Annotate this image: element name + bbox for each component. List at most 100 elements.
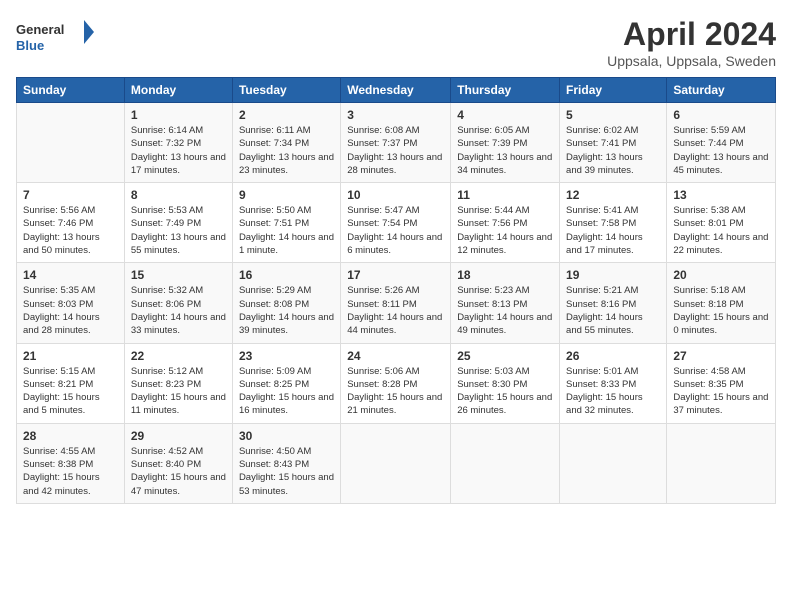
day-info: Sunrise: 5:44 AMSunset: 7:56 PMDaylight:… bbox=[457, 204, 553, 257]
logo: General Blue bbox=[16, 16, 96, 52]
day-number: 1 bbox=[131, 108, 226, 122]
calendar-cell: 14 Sunrise: 5:35 AMSunset: 8:03 PMDayligh… bbox=[17, 263, 125, 343]
calendar-cell: 26 Sunrise: 5:01 AMSunset: 8:33 PMDayligh… bbox=[560, 343, 667, 423]
calendar-cell bbox=[451, 423, 560, 503]
week-row-2: 7Sunrise: 5:56 AMSunset: 7:46 PMDaylight… bbox=[17, 183, 776, 263]
day-number: 29 bbox=[131, 429, 226, 443]
day-number: 24 bbox=[347, 349, 444, 363]
calendar-cell: 6 Sunrise: 5:59 AMSunset: 7:44 PMDaylight… bbox=[667, 103, 776, 183]
calendar-cell: 5Sunrise: 6:02 AMSunset: 7:41 PMDaylight… bbox=[560, 103, 667, 183]
day-number: 16 bbox=[239, 268, 334, 282]
day-info: Sunrise: 5:32 AMSunset: 8:06 PMDaylight:… bbox=[131, 284, 226, 337]
calendar-cell: 12 Sunrise: 5:41 AMSunset: 7:58 PMDayligh… bbox=[560, 183, 667, 263]
day-number: 30 bbox=[239, 429, 334, 443]
day-number: 10 bbox=[347, 188, 444, 202]
location-title: Uppsala, Uppsala, Sweden bbox=[607, 53, 776, 69]
calendar-cell: 21 Sunrise: 5:15 AMSunset: 8:21 PMDayligh… bbox=[17, 343, 125, 423]
day-info: Sunrise: 5:06 AMSunset: 8:28 PMDaylight:… bbox=[347, 365, 444, 418]
column-header-monday: Monday bbox=[124, 78, 232, 103]
column-header-sunday: Sunday bbox=[17, 78, 125, 103]
day-info: Sunrise: 4:55 AMSunset: 8:38 PMDaylight:… bbox=[23, 445, 118, 498]
column-header-wednesday: Wednesday bbox=[341, 78, 451, 103]
calendar-cell: 23 Sunrise: 5:09 AMSunset: 8:25 PMDayligh… bbox=[232, 343, 340, 423]
calendar-cell: 28 Sunrise: 4:55 AMSunset: 8:38 PMDayligh… bbox=[17, 423, 125, 503]
calendar-cell bbox=[341, 423, 451, 503]
day-info: Sunrise: 5:59 AMSunset: 7:44 PMDaylight:… bbox=[673, 124, 769, 177]
day-info: Sunrise: 5:26 AMSunset: 8:11 PMDaylight:… bbox=[347, 284, 444, 337]
day-number: 4 bbox=[457, 108, 553, 122]
column-header-tuesday: Tuesday bbox=[232, 78, 340, 103]
column-header-thursday: Thursday bbox=[451, 78, 560, 103]
calendar-cell: 30 Sunrise: 4:50 AMSunset: 8:43 PMDayligh… bbox=[232, 423, 340, 503]
day-info: Sunrise: 5:47 AMSunset: 7:54 PMDaylight:… bbox=[347, 204, 444, 257]
calendar-cell: 9 Sunrise: 5:50 AMSunset: 7:51 PMDaylight… bbox=[232, 183, 340, 263]
day-info: Sunrise: 5:38 AMSunset: 8:01 PMDaylight:… bbox=[673, 204, 769, 257]
calendar-cell: 24 Sunrise: 5:06 AMSunset: 8:28 PMDayligh… bbox=[341, 343, 451, 423]
day-info: Sunrise: 6:14 AMSunset: 7:32 PMDaylight:… bbox=[131, 124, 226, 177]
day-number: 17 bbox=[347, 268, 444, 282]
day-info: Sunrise: 5:50 AMSunset: 7:51 PMDaylight:… bbox=[239, 204, 334, 257]
day-info: Sunrise: 4:50 AMSunset: 8:43 PMDaylight:… bbox=[239, 445, 334, 498]
day-info: Sunrise: 5:29 AMSunset: 8:08 PMDaylight:… bbox=[239, 284, 334, 337]
day-info: Sunrise: 4:58 AMSunset: 8:35 PMDaylight:… bbox=[673, 365, 769, 418]
day-info: Sunrise: 6:11 AMSunset: 7:34 PMDaylight:… bbox=[239, 124, 334, 177]
day-number: 21 bbox=[23, 349, 118, 363]
week-row-1: 1 Sunrise: 6:14 AMSunset: 7:32 PMDaylight… bbox=[17, 103, 776, 183]
day-number: 5 bbox=[566, 108, 660, 122]
day-number: 26 bbox=[566, 349, 660, 363]
day-number: 27 bbox=[673, 349, 769, 363]
calendar-cell: 16 Sunrise: 5:29 AMSunset: 8:08 PMDayligh… bbox=[232, 263, 340, 343]
day-number: 8 bbox=[131, 188, 226, 202]
day-info: Sunrise: 5:35 AMSunset: 8:03 PMDaylight:… bbox=[23, 284, 118, 337]
day-number: 9 bbox=[239, 188, 334, 202]
day-number: 19 bbox=[566, 268, 660, 282]
day-info: Sunrise: 5:01 AMSunset: 8:33 PMDaylight:… bbox=[566, 365, 660, 418]
calendar-cell: 22 Sunrise: 5:12 AMSunset: 8:23 PMDayligh… bbox=[124, 343, 232, 423]
calendar-cell: 20 Sunrise: 5:18 AMSunset: 8:18 PMDayligh… bbox=[667, 263, 776, 343]
header: General Blue April 2024 Uppsala, Uppsala… bbox=[16, 16, 776, 69]
week-row-3: 14 Sunrise: 5:35 AMSunset: 8:03 PMDayligh… bbox=[17, 263, 776, 343]
day-number: 13 bbox=[673, 188, 769, 202]
day-number: 12 bbox=[566, 188, 660, 202]
day-info: Sunrise: 5:18 AMSunset: 8:18 PMDaylight:… bbox=[673, 284, 769, 337]
day-number: 14 bbox=[23, 268, 118, 282]
day-number: 11 bbox=[457, 188, 553, 202]
day-info: Sunrise: 5:23 AMSunset: 8:13 PMDaylight:… bbox=[457, 284, 553, 337]
day-number: 23 bbox=[239, 349, 334, 363]
day-number: 6 bbox=[673, 108, 769, 122]
title-area: April 2024 Uppsala, Uppsala, Sweden bbox=[607, 16, 776, 69]
svg-text:Blue: Blue bbox=[16, 38, 44, 52]
day-number: 3 bbox=[347, 108, 444, 122]
calendar-cell: 8Sunrise: 5:53 AMSunset: 7:49 PMDaylight… bbox=[124, 183, 232, 263]
calendar-cell: 18 Sunrise: 5:23 AMSunset: 8:13 PMDayligh… bbox=[451, 263, 560, 343]
day-info: Sunrise: 5:15 AMSunset: 8:21 PMDaylight:… bbox=[23, 365, 118, 418]
calendar-cell: 10 Sunrise: 5:47 AMSunset: 7:54 PMDayligh… bbox=[341, 183, 451, 263]
day-number: 20 bbox=[673, 268, 769, 282]
day-number: 22 bbox=[131, 349, 226, 363]
calendar-cell: 25 Sunrise: 5:03 AMSunset: 8:30 PMDayligh… bbox=[451, 343, 560, 423]
day-number: 18 bbox=[457, 268, 553, 282]
calendar-cell: 2 Sunrise: 6:11 AMSunset: 7:34 PMDaylight… bbox=[232, 103, 340, 183]
day-info: Sunrise: 5:12 AMSunset: 8:23 PMDaylight:… bbox=[131, 365, 226, 418]
day-number: 28 bbox=[23, 429, 118, 443]
week-row-5: 28 Sunrise: 4:55 AMSunset: 8:38 PMDayligh… bbox=[17, 423, 776, 503]
calendar-cell bbox=[667, 423, 776, 503]
calendar-cell: 27 Sunrise: 4:58 AMSunset: 8:35 PMDayligh… bbox=[667, 343, 776, 423]
day-number: 2 bbox=[239, 108, 334, 122]
calendar-cell: 15 Sunrise: 5:32 AMSunset: 8:06 PMDayligh… bbox=[124, 263, 232, 343]
calendar-table: SundayMondayTuesdayWednesdayThursdayFrid… bbox=[16, 77, 776, 504]
day-number: 15 bbox=[131, 268, 226, 282]
day-info: Sunrise: 6:08 AMSunset: 7:37 PMDaylight:… bbox=[347, 124, 444, 177]
day-info: Sunrise: 5:03 AMSunset: 8:30 PMDaylight:… bbox=[457, 365, 553, 418]
calendar-cell: 1 Sunrise: 6:14 AMSunset: 7:32 PMDaylight… bbox=[124, 103, 232, 183]
day-info: Sunrise: 5:41 AMSunset: 7:58 PMDaylight:… bbox=[566, 204, 660, 257]
day-info: Sunrise: 5:21 AMSunset: 8:16 PMDaylight:… bbox=[566, 284, 660, 337]
calendar-cell: 19 Sunrise: 5:21 AMSunset: 8:16 PMDayligh… bbox=[560, 263, 667, 343]
day-info: Sunrise: 5:09 AMSunset: 8:25 PMDaylight:… bbox=[239, 365, 334, 418]
month-title: April 2024 bbox=[607, 16, 776, 53]
calendar-cell: 7Sunrise: 5:56 AMSunset: 7:46 PMDaylight… bbox=[17, 183, 125, 263]
logo-icon: General Blue bbox=[16, 16, 96, 52]
day-number: 25 bbox=[457, 349, 553, 363]
column-header-saturday: Saturday bbox=[667, 78, 776, 103]
calendar-cell: 11 Sunrise: 5:44 AMSunset: 7:56 PMDayligh… bbox=[451, 183, 560, 263]
